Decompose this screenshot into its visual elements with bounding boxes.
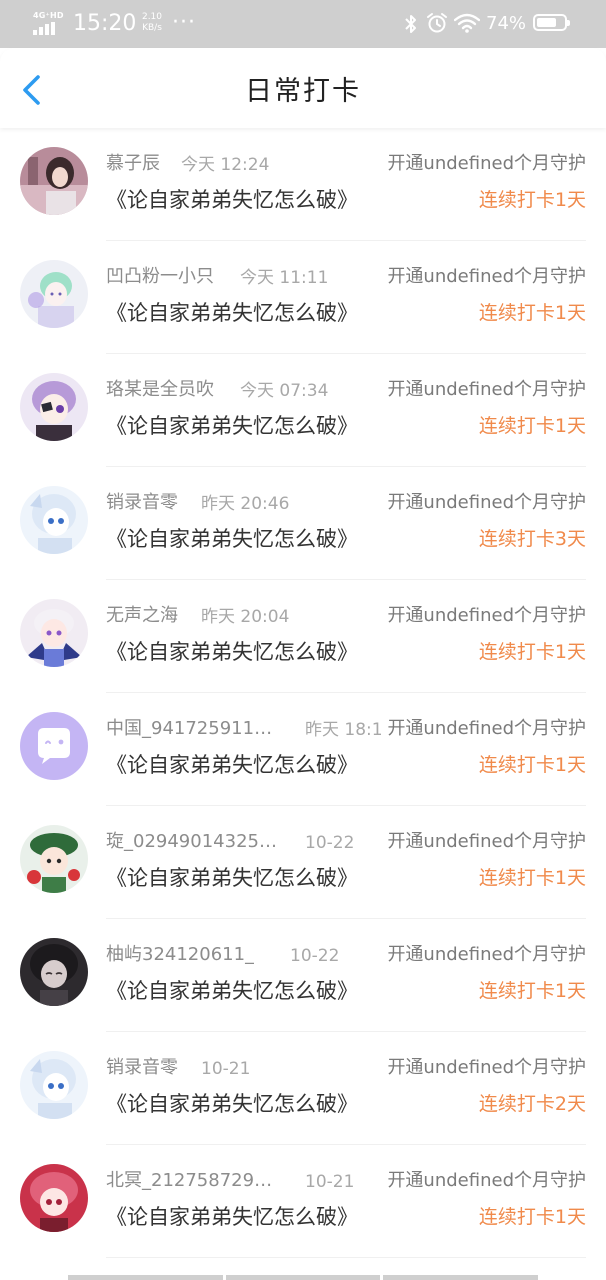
guard-info: 开通undefined个月守护 [387,265,586,289]
list-item[interactable]: 琁_02949014325… 10-22 开通undefined个月守护 《论自… [0,806,606,919]
list-item[interactable]: 珞某是全员吹 今天 07:34 开通undefined个月守护 《论自家弟弟失忆… [0,354,606,467]
clock: 15:20 [73,11,137,36]
avatar[interactable] [20,938,88,1006]
streak-label: 连续打卡1天 [478,980,586,1002]
avatar[interactable] [20,373,88,441]
post-time: 今天 11:11 [240,268,329,288]
list-item[interactable]: 凹凸粉一小只 今天 11:11 开通undefined个月守护 《论自家弟弟失忆… [0,241,606,354]
bluetooth-icon [405,15,416,33]
book-title: 《论自家弟弟失忆怎么破》 [106,1205,358,1229]
post-time: 10-21 [305,1172,355,1192]
status-bar: 4G⁺HD 15:20 2.10 KB/s ··· 74% [0,0,606,48]
streak-label: 连续打卡2天 [478,1093,586,1115]
book-title: 《论自家弟弟失忆怎么破》 [106,640,358,664]
user-name: 无声之海 [106,605,178,626]
post-time: 昨天 20:46 [201,494,290,514]
avatar[interactable] [20,712,88,780]
avatar[interactable] [20,486,88,554]
post-time: 昨天 20:04 [201,607,290,627]
wifi-icon [454,13,480,33]
avatar[interactable] [20,1051,88,1119]
book-title: 《论自家弟弟失忆怎么破》 [106,1092,358,1116]
user-name: 中国_941725911… [106,718,273,739]
avatar[interactable] [20,825,88,893]
guard-info: 开通undefined个月守护 [387,604,586,628]
guard-info: 开通undefined个月守护 [387,830,586,854]
streak-label: 连续打卡3天 [478,528,586,550]
network-speed: 2.10 KB/s [139,12,165,34]
book-title: 《论自家弟弟失忆怎么破》 [106,188,358,212]
book-title: 《论自家弟弟失忆怎么破》 [106,301,358,325]
alarm-icon [427,13,447,33]
post-time: 今天 07:34 [240,381,329,401]
post-time: 10-22 [290,946,340,966]
user-name: 慕子辰 [106,153,160,174]
streak-label: 连续打卡1天 [478,415,586,437]
streak-label: 连续打卡1天 [478,302,586,324]
user-name: 凹凸粉一小只 [106,266,214,287]
post-time: 10-22 [305,833,355,853]
user-name: 销录音零 [106,1057,178,1078]
battery-icon [533,14,570,31]
user-name: 北冥_212758729… [106,1170,273,1191]
network-speed-unit: KB/s [142,23,162,33]
navigation-header: 日常打卡 [0,48,606,128]
page-title: 日常打卡 [245,76,361,107]
avatar[interactable] [20,599,88,667]
guard-info: 开通undefined个月守护 [387,1169,586,1193]
user-name: 珞某是全员吹 [106,379,214,400]
book-title: 《论自家弟弟失忆怎么破》 [106,527,358,551]
battery-fill [537,18,556,27]
guard-info: 开通undefined个月守护 [387,1056,586,1080]
streak-label: 连续打卡1天 [478,867,586,889]
guard-info: 开通undefined个月守护 [387,491,586,515]
list-item[interactable]: 慕子辰 今天 12:24 开通undefined个月守护 《论自家弟弟失忆怎么破… [0,128,606,241]
streak-label: 连续打卡1天 [478,754,586,776]
signal-icon: 4G⁺HD [33,11,64,35]
avatar[interactable] [20,1164,88,1232]
book-title: 《论自家弟弟失忆怎么破》 [106,414,358,438]
book-title: 《论自家弟弟失忆怎么破》 [106,979,358,1003]
guard-info: 开通undefined个月守护 [387,943,586,967]
list-item[interactable]: 中国_941725911… 昨天 18:1 开通undefined个月守护 《论… [0,693,606,806]
user-name: 柚屿324120611_ [106,944,255,965]
post-time: 今天 12:24 [181,155,270,175]
user-name: 琁_02949014325… [106,831,277,852]
post-time: 昨天 18:1 [305,720,383,740]
bottom-tab-strip [68,1275,539,1280]
post-time: 10-21 [201,1059,251,1079]
book-title: 《论自家弟弟失忆怎么破》 [106,866,358,890]
network-speed-value: 2.10 [141,12,163,22]
streak-label: 连续打卡1天 [478,189,586,211]
user-name: 销录音零 [106,492,178,513]
avatar[interactable] [20,147,88,215]
more-notifications-icon: ··· [172,10,196,35]
guard-info: 开通undefined个月守护 [387,378,586,402]
list-item[interactable]: 无声之海 昨天 20:04 开通undefined个月守护 《论自家弟弟失忆怎么… [0,580,606,693]
list-item[interactable]: 销录音零 10-21 开通undefined个月守护 《论自家弟弟失忆怎么破》 … [0,1032,606,1145]
list-item[interactable]: 销录音零 昨天 20:46 开通undefined个月守护 《论自家弟弟失忆怎么… [0,467,606,580]
list-item[interactable]: 柚屿324120611_ 10-22 开通undefined个月守护 《论自家弟… [0,919,606,1032]
divider [106,1257,586,1258]
guard-info: 开通undefined个月守护 [387,152,586,176]
book-title: 《论自家弟弟失忆怎么破》 [106,753,358,777]
avatar[interactable] [20,260,88,328]
network-type: 4G⁺HD [33,11,64,20]
battery-percent: 74% [486,13,527,34]
streak-label: 连续打卡1天 [478,641,586,663]
list-item[interactable]: 北冥_212758729… 10-21 开通undefined个月守护 《论自家… [0,1145,606,1258]
streak-label: 连续打卡1天 [478,1206,586,1228]
guard-info: 开通undefined个月守护 [387,717,586,741]
